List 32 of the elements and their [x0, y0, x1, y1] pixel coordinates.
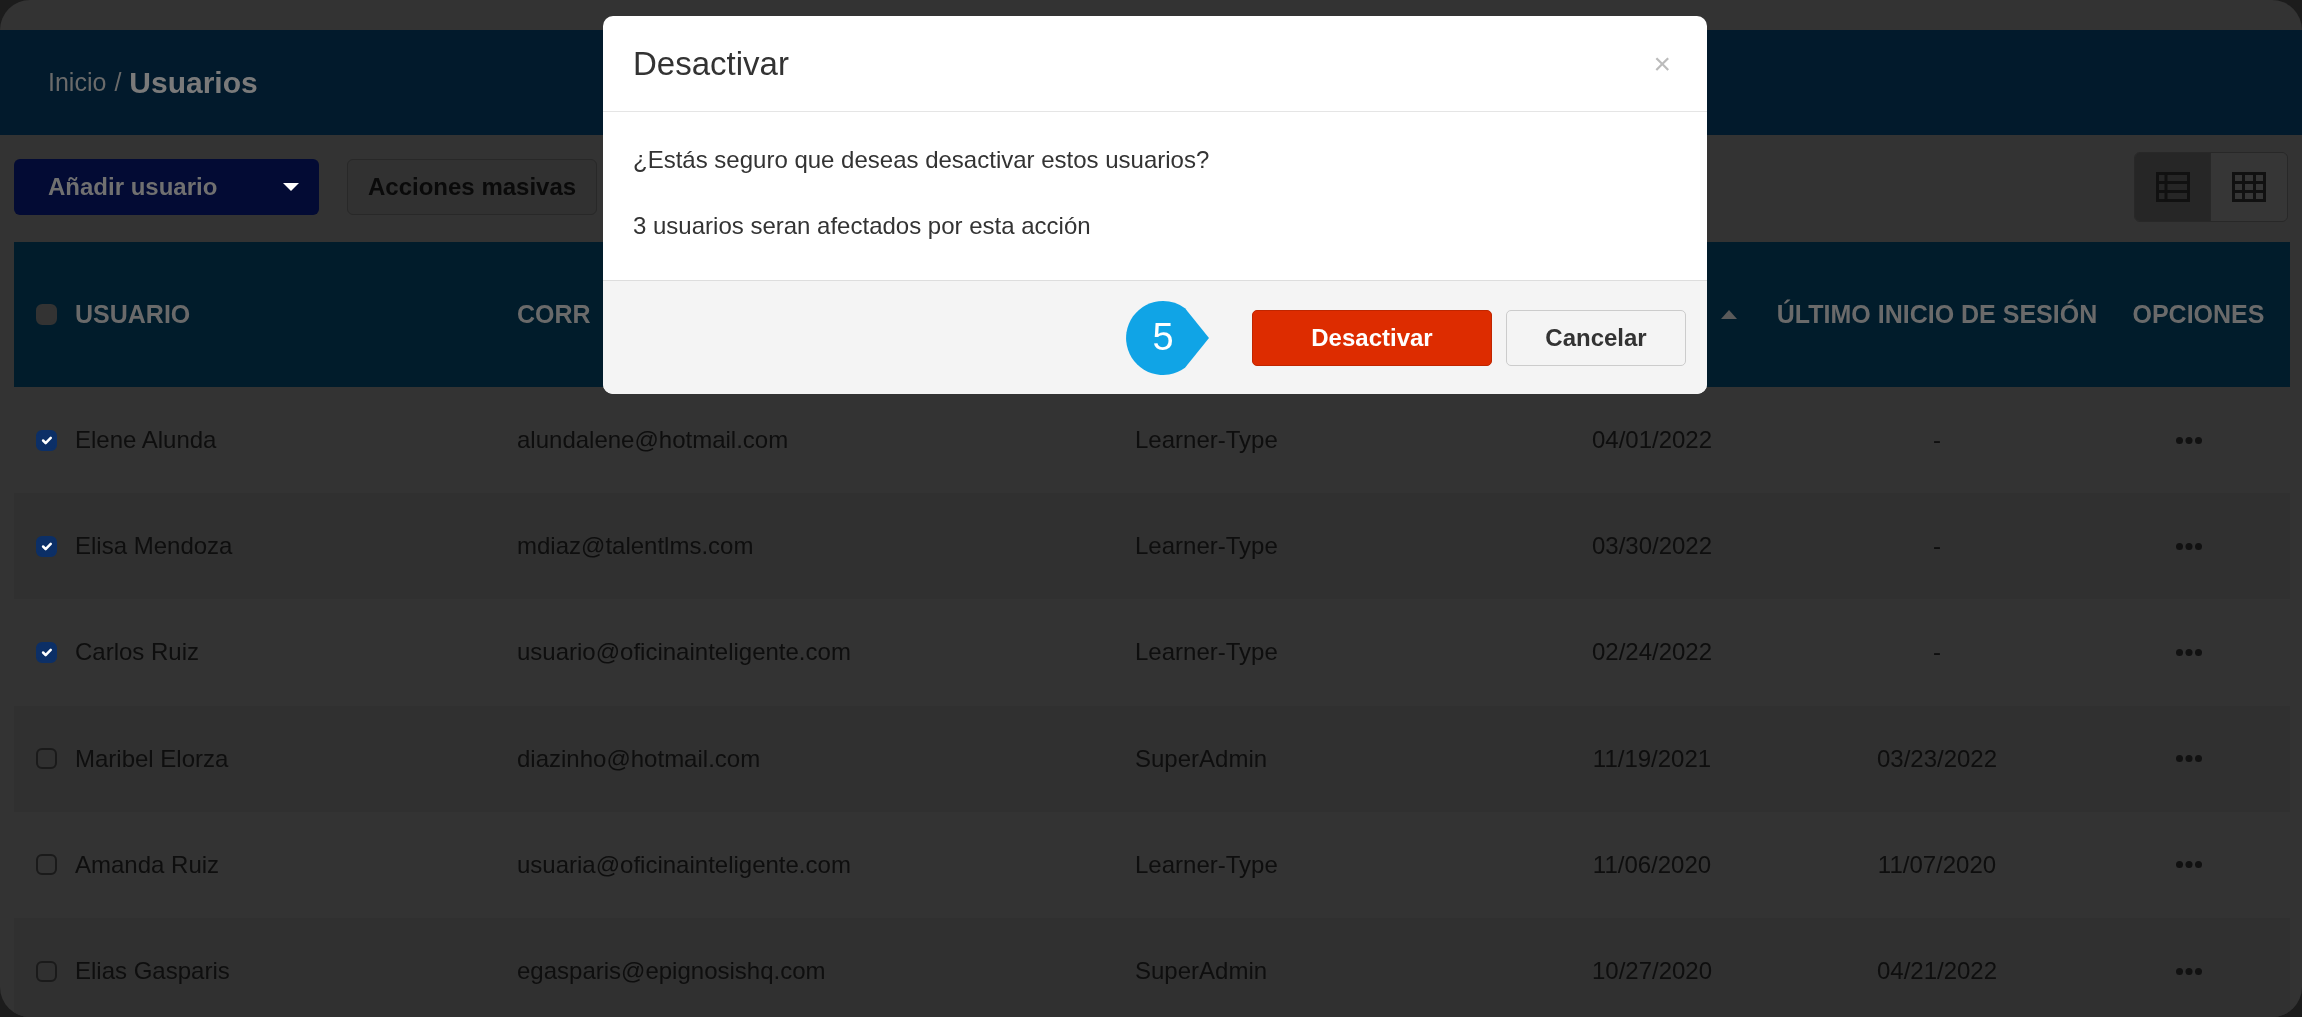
- column-header[interactable]: CORR: [517, 295, 591, 334]
- column-header: OPCIONES: [2132, 299, 2265, 331]
- step-number: 5: [1151, 314, 1175, 360]
- row-checkbox[interactable]: [36, 535, 57, 557]
- caret-icon: [283, 182, 299, 191]
- deactivate-button[interactable]: Desactivar: [1252, 309, 1492, 366]
- cancel-button[interactable]: Cancelar: [1506, 309, 1686, 366]
- close-button[interactable]: ×: [1647, 47, 1677, 80]
- dialog-message: 3 usuarios seran afectados por esta acción: [633, 211, 1092, 241]
- dialog-message: ¿Estás seguro que deseas desactivar estos usuarios?: [633, 145, 1211, 175]
- dialog-title: Desactivar: [633, 43, 789, 84]
- column-header[interactable]: USUARIO: [75, 295, 191, 334]
- more-options-icon[interactable]: [2175, 755, 2202, 763]
- breadcrumb-separator: /: [114, 66, 122, 98]
- page-title: Usuarios: [129, 65, 258, 101]
- add-user-button[interactable]: Añadir usuario: [14, 158, 319, 215]
- breadcrumb-link[interactable]: Inicio: [48, 63, 107, 102]
- list-view-button[interactable]: [2135, 152, 2211, 221]
- select-all-checkbox[interactable]: [36, 304, 57, 325]
- more-options-icon[interactable]: [2175, 436, 2202, 444]
- more-options-icon[interactable]: [2175, 967, 2202, 975]
- grid-view-icon: [2232, 171, 2266, 202]
- more-options-icon[interactable]: [2175, 648, 2202, 656]
- table-cell-text: -: [1933, 531, 1941, 562]
- column-header[interactable]: ÚLTIMO INICIO DE SESIÓN: [1776, 293, 2098, 336]
- more-options-icon[interactable]: [2175, 542, 2202, 550]
- row-checkbox[interactable]: [36, 854, 57, 876]
- more-options-icon[interactable]: [2175, 861, 2202, 869]
- row-checkbox[interactable]: [36, 641, 57, 663]
- table-cell-text: -: [1933, 425, 1941, 456]
- row-checkbox[interactable]: [36, 429, 57, 451]
- table-cell-text: -: [1933, 637, 1941, 668]
